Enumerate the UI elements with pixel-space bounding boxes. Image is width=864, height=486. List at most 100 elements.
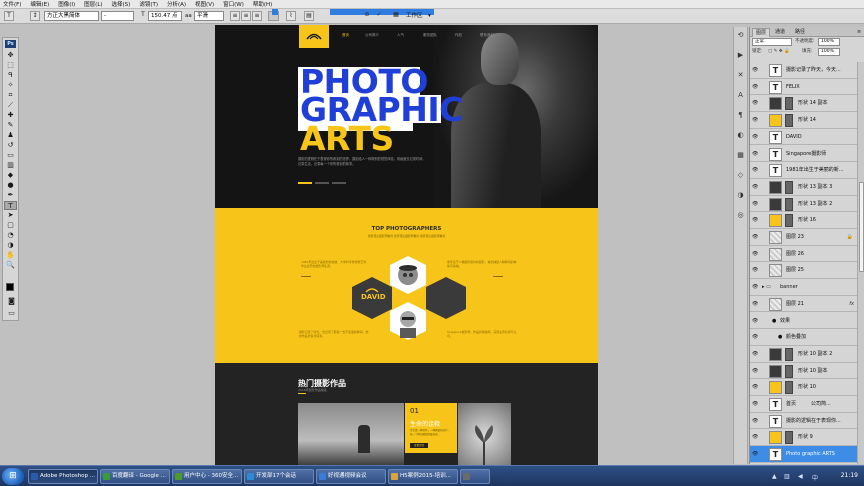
masks-panel-icon[interactable]: ◎	[735, 210, 746, 221]
blur-tool-icon[interactable]: ◆	[4, 171, 17, 180]
visibility-eye-icon[interactable]: 👁	[752, 301, 758, 307]
vector-mask-thumb[interactable]	[785, 347, 793, 361]
path-selection-tool-icon[interactable]: ➤	[4, 211, 17, 220]
lock-icons[interactable]: ▢ ✎ ✥ 🔒	[768, 48, 790, 56]
fx-icon[interactable]: fx	[849, 301, 854, 307]
visibility-eye-icon[interactable]: 👁	[752, 151, 758, 157]
nav-about[interactable]: 公司简介	[365, 33, 379, 38]
visibility-eye-icon[interactable]: 👁	[752, 100, 758, 106]
work-card-button[interactable]: 查看详情	[410, 443, 428, 448]
taskbar-button[interactable]	[460, 469, 490, 484]
canvas-document[interactable]: 首页 公司简介 人气 服务团队 作品 联系我们 PHOTO GRAPHIC AR…	[215, 25, 598, 486]
layer-row[interactable]: 👁 图层 26	[750, 246, 857, 263]
font-size-select[interactable]: 150.47 点	[148, 11, 182, 21]
nav-works[interactable]: 作品	[455, 33, 462, 38]
vector-mask-thumb[interactable]	[785, 97, 793, 111]
fill-input[interactable]: 100%	[818, 48, 840, 56]
shape-layer-thumb[interactable]	[769, 381, 782, 395]
layer-row[interactable]: 👁 形状 9	[750, 429, 857, 447]
shape-layer-thumb[interactable]	[769, 214, 782, 228]
tools-presets-icon[interactable]: ✕	[735, 70, 746, 81]
menu-edit[interactable]: 编辑(E)	[30, 0, 49, 8]
layers-scroll-thumb[interactable]	[859, 182, 864, 272]
taskbar-button[interactable]: 百度翻译 - Google ...	[100, 469, 170, 484]
taskbar-button[interactable]: 开发部17个会话	[244, 469, 314, 484]
font-family-select[interactable]: 方正大黑简体	[44, 11, 99, 21]
menu-select[interactable]: 选择(S)	[112, 0, 131, 8]
tab-channels[interactable]: 通道	[772, 28, 788, 37]
commit-icon[interactable]: ✓	[374, 11, 384, 21]
text-layer-thumb-icon[interactable]: T	[769, 414, 782, 428]
shape-layer-thumb[interactable]	[769, 347, 782, 361]
actions-panel-icon[interactable]: ▶	[735, 50, 746, 61]
image-layer-thumb[interactable]	[769, 297, 782, 311]
vector-mask-thumb[interactable]	[785, 431, 793, 445]
screen-mode-icon[interactable]: ▭	[5, 309, 18, 318]
visibility-eye-icon[interactable]: 👁	[752, 117, 758, 123]
layer-row[interactable]: 👁 ● 颜色叠加	[750, 329, 857, 346]
layer-row[interactable]: 👁 图层 23 🔒	[750, 229, 857, 246]
visibility-eye-icon[interactable]: 👁	[752, 284, 758, 290]
menu-analysis[interactable]: 分析(A)	[167, 0, 186, 8]
menu-filter[interactable]: 滤镜(T)	[139, 0, 158, 8]
layer-row[interactable]: 👁 图层 21 fx	[750, 296, 857, 313]
photographer-felix-hex[interactable]	[389, 255, 427, 295]
pen-tool-icon[interactable]: ✒	[4, 191, 17, 200]
nav-contact[interactable]: 联系我们	[480, 33, 494, 38]
crop-tool-icon[interactable]: ⌗	[4, 91, 17, 100]
visibility-eye-icon[interactable]: 👁	[752, 217, 758, 223]
taskbar-button[interactable]: Adobe Photoshop ...	[28, 469, 98, 484]
visibility-eye-icon[interactable]: 👁	[752, 67, 758, 73]
network-icon[interactable]: ▥	[784, 473, 790, 480]
visibility-eye-icon[interactable]: 👁	[752, 434, 758, 440]
blend-mode-select[interactable]: 正常	[752, 38, 792, 46]
workspace-dropdown-icon[interactable]: ▾	[428, 11, 431, 21]
font-style-select[interactable]: -	[101, 11, 134, 21]
gradient-tool-icon[interactable]: ▥	[4, 161, 17, 170]
align-center-icon[interactable]: ≡	[241, 11, 251, 21]
vector-mask-thumb[interactable]	[785, 197, 793, 211]
workspace-button[interactable]: 工作区	[406, 11, 423, 21]
menu-help[interactable]: 帮助(H)	[253, 0, 272, 8]
layer-row[interactable]: 👁 图层 25	[750, 262, 857, 280]
layers-scrollbar[interactable]	[857, 62, 864, 464]
orientation-toggle-icon[interactable]: ↕	[30, 11, 40, 21]
nav-team[interactable]: 服务团队	[423, 33, 437, 38]
shape-layer-thumb[interactable]	[769, 97, 782, 111]
character-panel-icon[interactable]: A	[735, 90, 746, 101]
dodge-tool-icon[interactable]: ●	[4, 181, 17, 190]
marquee-tool-icon[interactable]: ⬚	[4, 61, 17, 70]
image-layer-thumb[interactable]	[769, 231, 782, 244]
move-tool-icon[interactable]: ✥	[4, 51, 17, 60]
taskbar-button[interactable]: H5案例2015-培训...	[388, 469, 458, 484]
text-layer-thumb-icon[interactable]: T	[769, 80, 782, 94]
layer-row[interactable]: 👁 形状 10 副本	[750, 363, 857, 380]
color-panel-icon[interactable]: ◐	[735, 130, 746, 141]
tray-arrow-icon[interactable]: ▲	[772, 473, 777, 480]
cancel-icon[interactable]: ⊘	[362, 11, 372, 21]
layer-row[interactable]: 👁 T 摄影的逻辑在于表现你...	[750, 413, 857, 430]
text-layer-thumb-icon[interactable]: T	[769, 448, 782, 462]
char-panel-icon[interactable]: ▤	[304, 11, 314, 21]
layer-row[interactable]: 👁 形状 10	[750, 379, 857, 396]
menu-layer[interactable]: 图层(L)	[84, 0, 102, 8]
history-panel-icon[interactable]: ⟲	[735, 30, 746, 41]
vector-mask-thumb[interactable]	[785, 114, 793, 128]
menu-image[interactable]: 图像(I)	[58, 0, 75, 8]
swatches-panel-icon[interactable]: ▦	[735, 150, 746, 161]
quick-mask-icon[interactable]: ◙	[5, 297, 18, 306]
work-card[interactable]: 01 生命的诠释 生命是一种坚持，一种勇敢的前行。每一个瞬间都值得被记录。 查看…	[405, 403, 457, 453]
slice-tool-icon[interactable]: ⟋	[4, 101, 17, 110]
slider-indicator-1[interactable]	[298, 182, 312, 184]
layer-row[interactable]: 👁 ● 效果	[750, 313, 857, 330]
layer-row[interactable]: 👁 形状 14 副本	[750, 95, 857, 113]
adjustments-panel-icon[interactable]: ◑	[735, 190, 746, 201]
visibility-eye-icon[interactable]: 👁	[752, 451, 758, 457]
layer-row[interactable]: 👁 形状 14	[750, 112, 857, 129]
layer-row[interactable]: 👁 T 首页 公司简...	[750, 396, 857, 413]
slider-indicator-3[interactable]	[332, 182, 346, 184]
image-layer-thumb[interactable]	[769, 264, 782, 278]
tab-paths[interactable]: 路径	[792, 28, 808, 37]
3d-camera-tool-icon[interactable]: ◑	[4, 241, 17, 250]
text-layer-thumb-icon[interactable]: T	[769, 130, 782, 144]
